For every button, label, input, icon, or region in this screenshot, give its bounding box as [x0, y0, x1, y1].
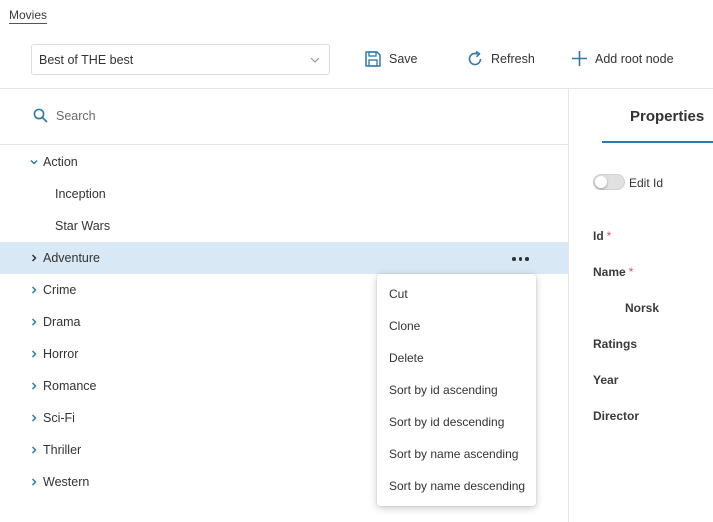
breadcrumb-movies[interactable]: Movies [9, 8, 48, 24]
search-divider [0, 144, 568, 145]
menu-item-clone[interactable]: Clone [389, 319, 420, 333]
tree-node-inception[interactable]: Inception [0, 178, 568, 210]
tree-node-action[interactable]: Action [0, 146, 568, 178]
save-icon [365, 51, 381, 67]
refresh-icon [468, 50, 482, 66]
breadcrumb[interactable]: Movies [9, 8, 48, 24]
tree-node-label: Thriller [43, 443, 82, 457]
tree-node-label: Romance [43, 379, 97, 393]
view-select-value: Best of THE best [39, 52, 134, 67]
tree-node-label: Star Wars [55, 219, 111, 233]
chevron-right-icon[interactable] [29, 445, 39, 455]
tree-search[interactable]: Search [33, 108, 96, 123]
required-marker: * [606, 229, 612, 243]
save-button[interactable]: Save [364, 50, 418, 68]
save-label: Save [389, 52, 418, 66]
plus-icon [572, 51, 587, 66]
field-label-name: Name * [593, 265, 633, 279]
tree-node-label: Crime [43, 283, 77, 297]
tree-node-label: Drama [43, 315, 81, 329]
panel-divider [568, 88, 569, 522]
chevron-down-icon [310, 57, 320, 63]
search-input[interactable]: Search [56, 109, 96, 123]
chevron-right-icon[interactable] [29, 253, 39, 263]
field-label-id-text: Id [593, 229, 604, 243]
menu-item-sort-name-desc[interactable]: Sort by name descending [389, 479, 525, 493]
add-root-node-label: Add root node [595, 51, 674, 66]
tree-node-label: Western [43, 475, 90, 489]
field-label-id: Id * [593, 229, 611, 243]
chevron-right-icon[interactable] [29, 317, 39, 327]
context-menu: Cut Clone Delete Sort by id ascending So… [377, 274, 536, 506]
chevron-right-icon[interactable] [29, 413, 39, 423]
edit-id-label: Edit Id [629, 176, 664, 190]
required-marker: * [628, 265, 634, 279]
refresh-button[interactable]: Refresh [466, 50, 535, 68]
menu-item-delete[interactable]: Delete [389, 351, 424, 365]
chevron-right-icon[interactable] [29, 285, 39, 295]
field-label-name-text: Name [593, 265, 626, 279]
tree-node-label: Sci-Fi [43, 411, 75, 425]
toggle-knob [595, 176, 607, 188]
view-select[interactable]: Best of THE best [31, 44, 330, 75]
tree-node-label: Action [43, 155, 78, 169]
tree-node-label: Inception [55, 187, 106, 201]
chevron-right-icon[interactable] [29, 381, 39, 391]
toolbar-divider [0, 88, 713, 89]
edit-id-toggle[interactable] [593, 174, 625, 190]
chevron-down-icon[interactable] [29, 157, 39, 167]
menu-item-sort-id-desc[interactable]: Sort by id descending [389, 415, 504, 429]
tab-properties-indicator [602, 141, 713, 143]
menu-item-cut[interactable]: Cut [389, 287, 408, 301]
field-label-year: Year [593, 373, 619, 387]
chevron-right-icon[interactable] [29, 477, 39, 487]
field-label-norsk: Norsk [625, 301, 660, 315]
tree-node-label: Adventure [43, 251, 100, 265]
refresh-label: Refresh [491, 52, 535, 66]
tree-node-star-wars[interactable]: Star Wars [0, 210, 568, 242]
more-options-icon[interactable] [512, 257, 529, 261]
menu-item-sort-id-asc[interactable]: Sort by id ascending [389, 383, 498, 397]
chevron-right-icon[interactable] [29, 349, 39, 359]
add-root-node-button[interactable]: Add root node [571, 50, 674, 67]
tree-node-adventure[interactable]: Adventure [0, 242, 568, 274]
field-label-ratings: Ratings [593, 337, 638, 351]
search-icon [33, 108, 48, 123]
menu-item-sort-name-asc[interactable]: Sort by name ascending [389, 447, 518, 461]
tab-properties[interactable]: Properties [630, 108, 704, 125]
field-label-director: Director [593, 409, 640, 423]
tree-node-label: Horror [43, 347, 79, 361]
